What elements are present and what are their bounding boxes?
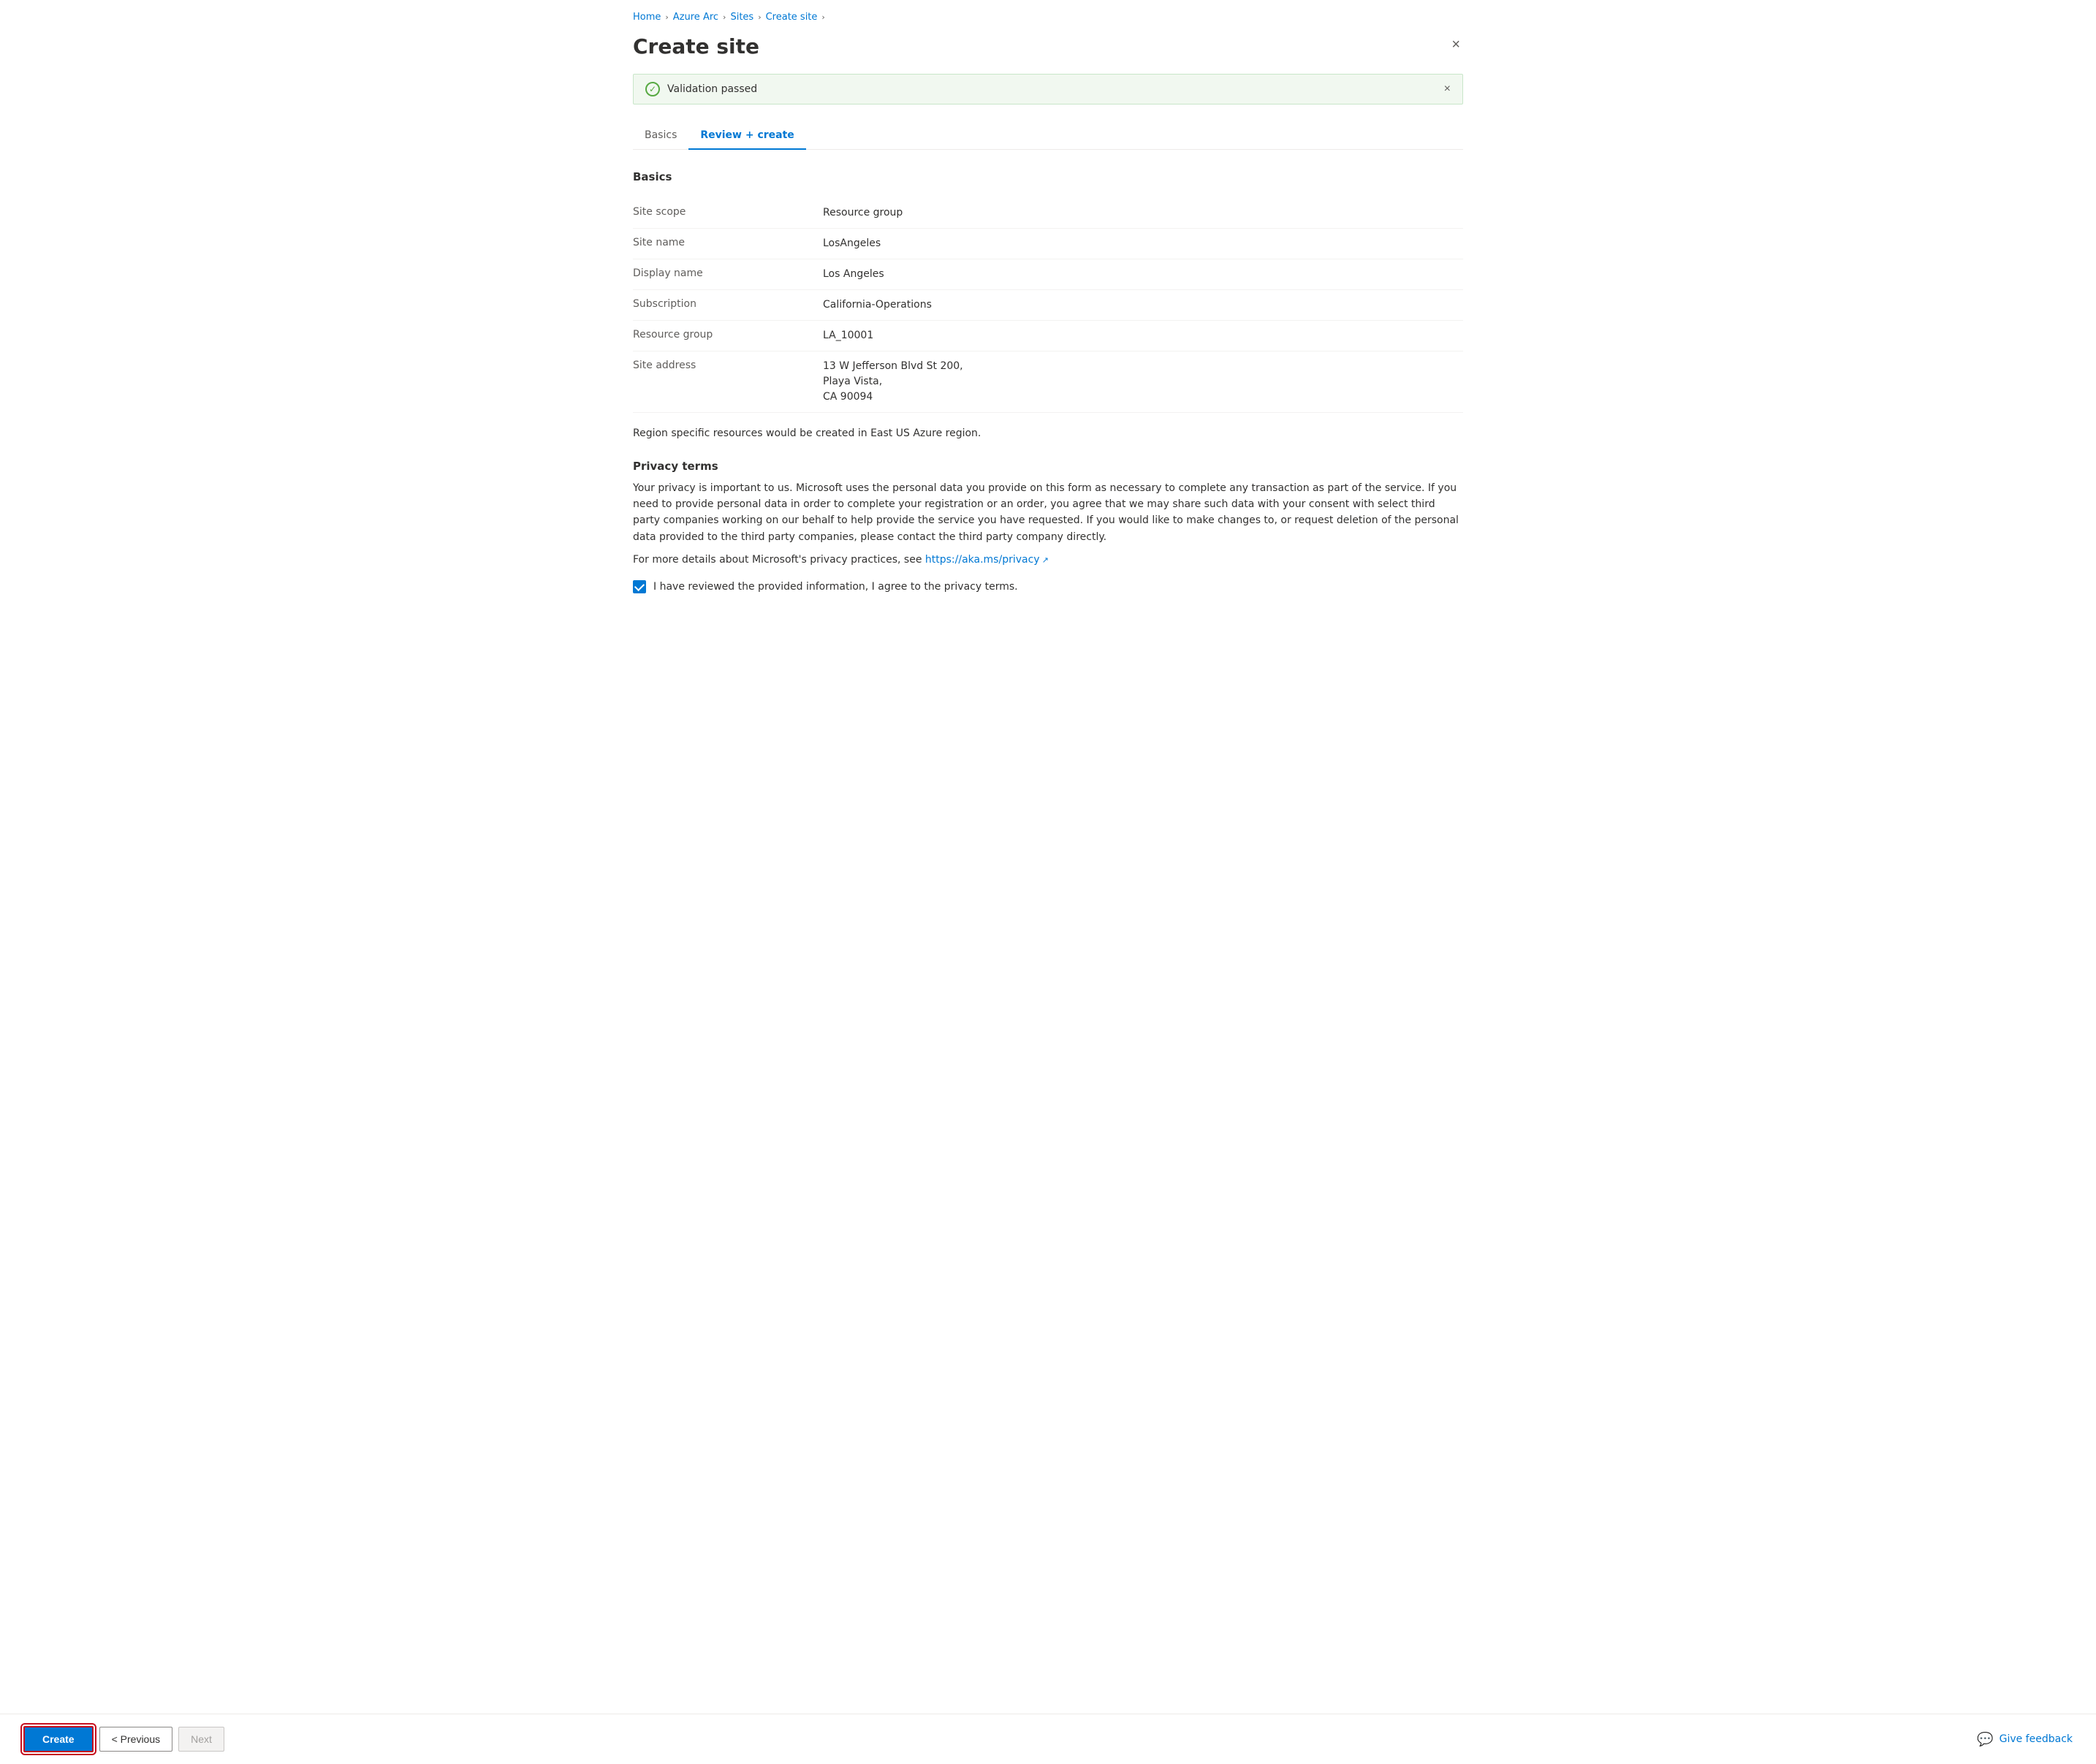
close-button[interactable]: × xyxy=(1448,34,1463,55)
validation-left: ✓ Validation passed xyxy=(645,82,757,96)
value-display-name: Los Angeles xyxy=(823,267,884,282)
label-site-address: Site address xyxy=(633,359,823,371)
breadcrumb: Home › Azure Arc › Sites › Create site › xyxy=(633,12,1463,23)
detail-row-site-scope: Site scope Resource group xyxy=(633,198,1463,229)
footer: Create < Previous Next 💬 Give feedback xyxy=(0,1714,2096,1764)
breadcrumb-sep-4: › xyxy=(821,12,824,22)
breadcrumb-create-site[interactable]: Create site xyxy=(766,12,818,23)
label-site-scope: Site scope xyxy=(633,205,823,218)
previous-button[interactable]: < Previous xyxy=(99,1727,173,1752)
validation-message: Validation passed xyxy=(667,83,757,95)
breadcrumb-sep-2: › xyxy=(723,12,726,22)
give-feedback-label: Give feedback xyxy=(2000,1733,2073,1745)
label-resource-group: Resource group xyxy=(633,328,823,341)
value-site-scope: Resource group xyxy=(823,205,903,221)
content-area: Basics Site scope Resource group Site na… xyxy=(633,170,1463,688)
detail-row-site-name: Site name LosAngeles xyxy=(633,229,1463,259)
privacy-body: Your privacy is important to us. Microso… xyxy=(633,480,1463,546)
privacy-link[interactable]: https://aka.ms/privacy xyxy=(925,554,1040,566)
validation-check-icon: ✓ xyxy=(645,82,660,96)
detail-row-subscription: Subscription California-Operations xyxy=(633,290,1463,321)
detail-row-resource-group: Resource group LA_10001 xyxy=(633,321,1463,351)
privacy-checkbox[interactable] xyxy=(633,580,646,593)
label-site-name: Site name xyxy=(633,236,823,248)
page-header: Create site × xyxy=(633,34,1463,59)
breadcrumb-sep-3: › xyxy=(758,12,761,22)
detail-row-site-address: Site address 13 W Jefferson Blvd St 200,… xyxy=(633,351,1463,413)
feedback-icon: 💬 xyxy=(1977,1732,1993,1747)
tabs: Basics Review + create xyxy=(633,122,1463,150)
value-subscription: California-Operations xyxy=(823,297,932,313)
detail-row-display-name: Display name Los Angeles xyxy=(633,259,1463,290)
validation-banner: ✓ Validation passed × xyxy=(633,74,1463,104)
privacy-checkbox-row: I have reviewed the provided information… xyxy=(633,580,1463,593)
breadcrumb-azure-arc[interactable]: Azure Arc xyxy=(673,12,718,23)
create-button[interactable]: Create xyxy=(23,1726,94,1752)
next-button: Next xyxy=(178,1727,224,1752)
validation-close-button[interactable]: × xyxy=(1444,83,1451,96)
breadcrumb-home[interactable]: Home xyxy=(633,12,661,23)
footer-buttons: Create < Previous Next xyxy=(23,1726,224,1752)
privacy-link-row: For more details about Microsoft's priva… xyxy=(633,554,1463,566)
page-title: Create site xyxy=(633,34,759,59)
privacy-link-prefix: For more details about Microsoft's priva… xyxy=(633,554,925,566)
tab-review-create[interactable]: Review + create xyxy=(688,122,805,150)
region-note: Region specific resources would be creat… xyxy=(633,427,1463,439)
label-display-name: Display name xyxy=(633,267,823,279)
label-subscription: Subscription xyxy=(633,297,823,310)
value-site-name: LosAngeles xyxy=(823,236,881,251)
value-resource-group: LA_10001 xyxy=(823,328,873,343)
basics-section-title: Basics xyxy=(633,170,1463,183)
privacy-title: Privacy terms xyxy=(633,460,1463,473)
external-link-icon: ↗ xyxy=(1042,555,1049,565)
give-feedback-link[interactable]: 💬 Give feedback xyxy=(1977,1732,2073,1747)
value-site-address: 13 W Jefferson Blvd St 200, Playa Vista,… xyxy=(823,359,963,405)
tab-basics[interactable]: Basics xyxy=(633,122,688,150)
breadcrumb-sites[interactable]: Sites xyxy=(730,12,753,23)
breadcrumb-sep-1: › xyxy=(665,12,668,22)
privacy-checkbox-label: I have reviewed the provided information… xyxy=(653,581,1018,593)
